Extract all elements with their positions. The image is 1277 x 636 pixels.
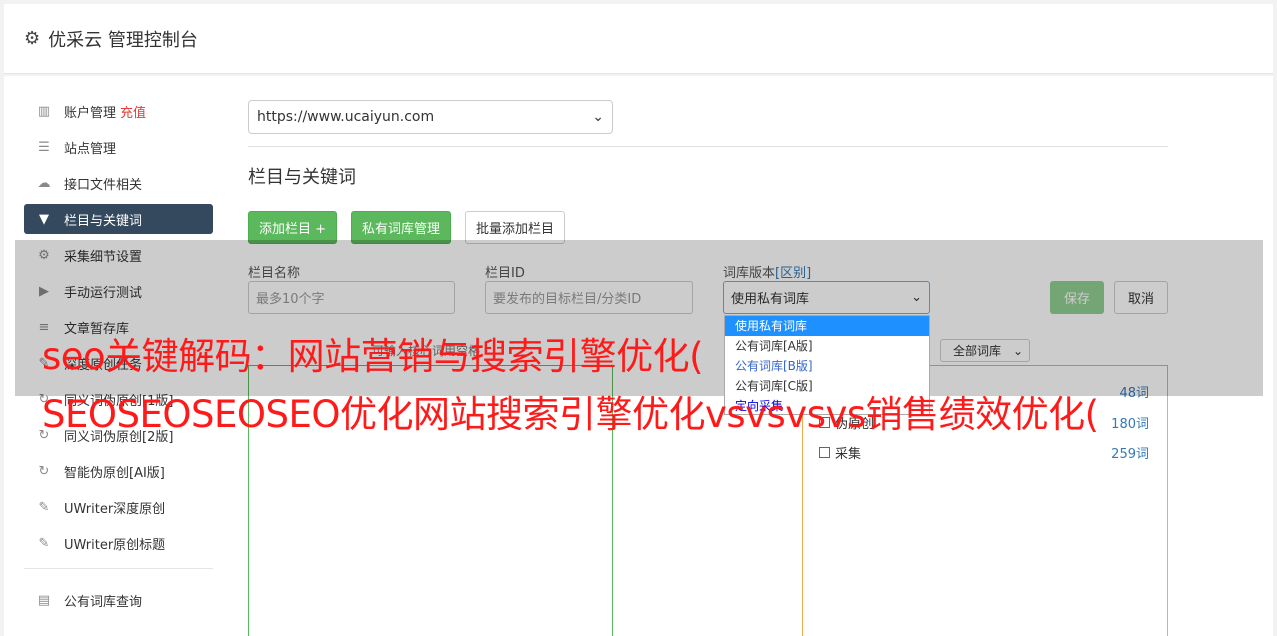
sidebar-item-label: 站点管理 <box>64 141 117 157</box>
lib-row-count[interactable]: 180词 <box>1111 413 1149 432</box>
lib-row: 采集 259词 <box>819 443 1149 462</box>
sidebar-item-label: UWriter原创标题 <box>64 537 166 553</box>
sidebar-item-label: 智能伪原创[AI版] <box>64 465 165 481</box>
cloud-upload-icon: ☁ <box>37 175 51 191</box>
sidebar-divider <box>24 568 213 569</box>
content-area: https://www.ucaiyun.com ⌄ 栏目与关键词 添加栏目 + … <box>248 100 1168 244</box>
sidebar-item-ai-rewrite[interactable]: ↻ 智能伪原创[AI版] <box>24 456 213 486</box>
server-icon: ☰ <box>38 139 50 155</box>
sidebar-item-interface[interactable]: ☁ 接口文件相关 <box>24 168 213 198</box>
lib-row-label: 采集 <box>835 447 862 462</box>
book-icon: ▤ <box>37 592 51 608</box>
divider <box>248 146 1168 147</box>
refresh-icon: ↻ <box>38 463 50 479</box>
sidebar-item-label: 接口文件相关 <box>64 177 143 193</box>
sidebar-item-account[interactable]: ▥ 账户管理 充值 <box>24 96 213 126</box>
section-title: 栏目与关键词 <box>248 167 356 188</box>
lib-checkbox[interactable] <box>819 447 830 458</box>
sidebar-item-label: 栏目与关键词 <box>64 213 143 229</box>
sidebar-item-uwriter-deep[interactable]: ✎ UWriter深度原创 <box>24 492 213 522</box>
app-title: 优采云 管理控制台 <box>48 29 198 51</box>
bar-chart-icon: ▥ <box>37 103 51 119</box>
app-header: ⚙ 优采云 管理控制台 <box>4 4 1273 74</box>
chevron-down-icon: ⌄ <box>592 109 604 125</box>
dropdown-option[interactable]: 使用私有词库 <box>725 316 929 336</box>
gear-icon: ⚙ <box>24 28 41 49</box>
edit-icon: ✎ <box>38 535 50 551</box>
sidebar-item-label: 账户管理 <box>64 105 117 121</box>
site-select[interactable]: https://www.ucaiyun.com ⌄ <box>248 100 613 134</box>
dropdown-option[interactable]: 公有词库[B版] <box>725 356 929 376</box>
sidebar-item-label: UWriter深度原创 <box>64 501 166 517</box>
sidebar-item-columns-keywords[interactable]: ▼ 栏目与关键词 <box>24 204 213 234</box>
watermark-line-2: SEOSEOSEOSEO优化网站搜索引擎优化vsvsvsvs销售绩效优化( <box>42 393 1099 436</box>
dropdown-option[interactable]: 公有词库[A版] <box>725 336 929 356</box>
sidebar-item-public-lib[interactable]: ▤ 公有词库查询 <box>24 585 213 615</box>
sidebar-item-sites[interactable]: ☰ 站点管理 <box>24 132 213 162</box>
sidebar-item-uwriter-title[interactable]: ✎ UWriter原创标题 <box>24 528 213 558</box>
lib-row-count[interactable]: 259词 <box>1111 443 1149 462</box>
sidebar-item-label: 公有词库查询 <box>64 594 143 610</box>
edit-icon: ✎ <box>38 499 50 515</box>
watermark-line-1: seo关键解码：网站营销与搜索引擎优化( <box>42 335 704 378</box>
recharge-link[interactable]: 充值 <box>120 102 146 121</box>
site-select-value: https://www.ucaiyun.com <box>257 109 435 125</box>
filter-icon: ▼ <box>39 211 49 227</box>
